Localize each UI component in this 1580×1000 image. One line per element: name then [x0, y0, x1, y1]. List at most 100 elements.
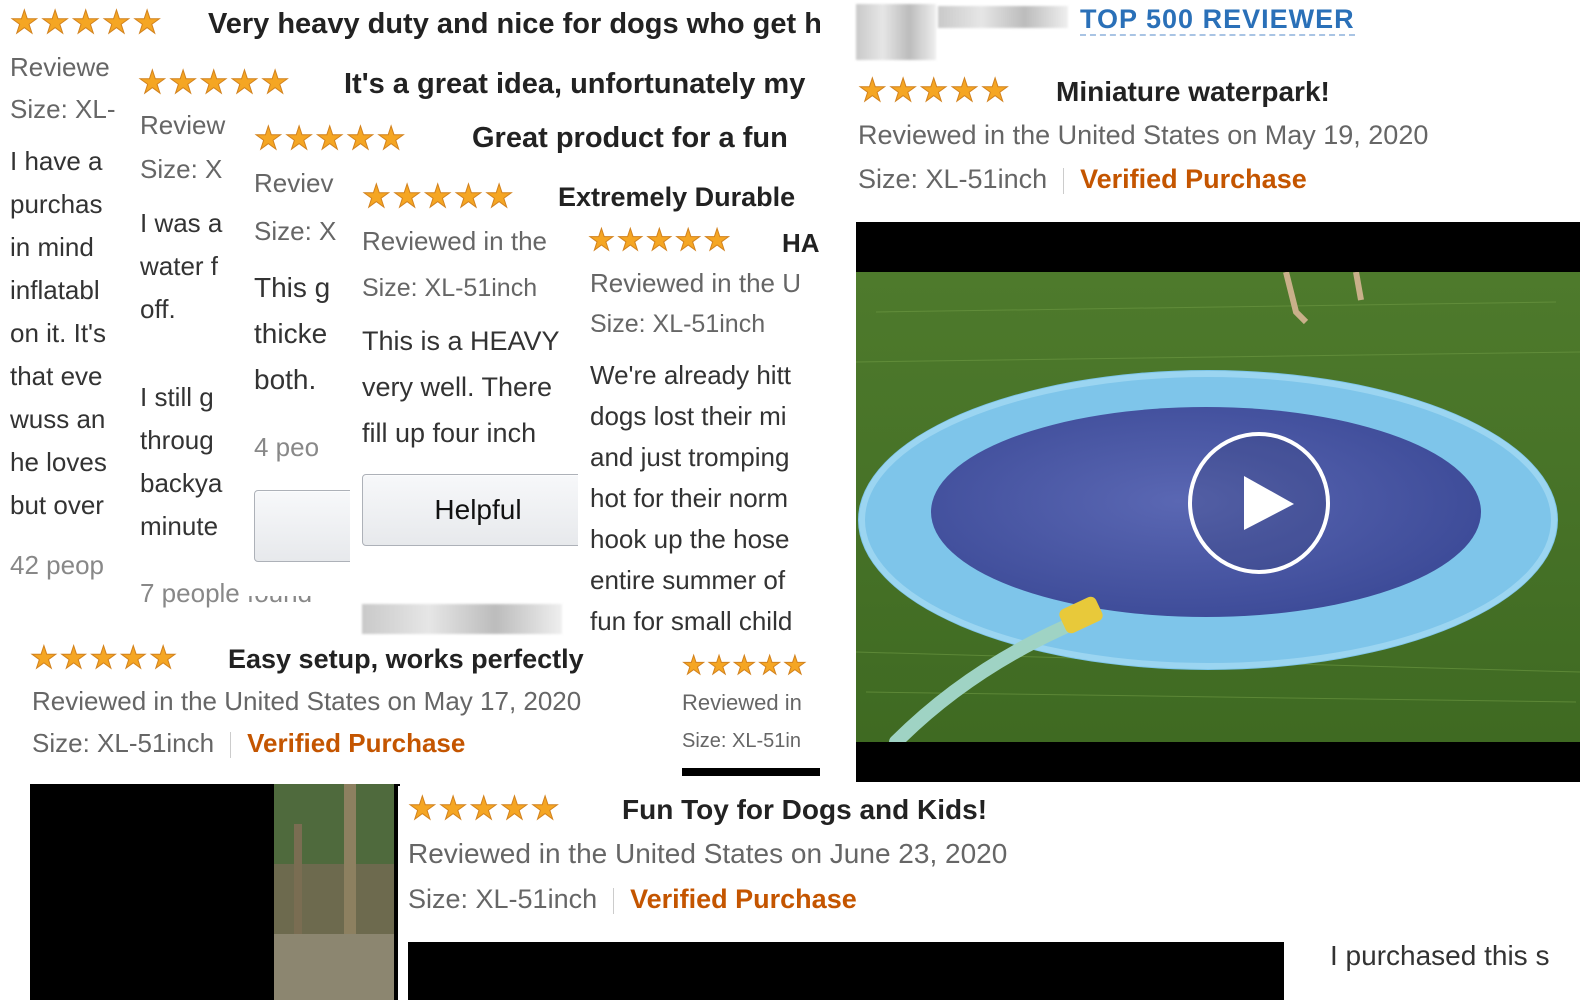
star-rating: ★ ★ ★ ★ ★	[858, 72, 1010, 108]
review-size: Size: XL-51inch	[362, 274, 538, 302]
star-icon: ★	[454, 178, 484, 214]
star-icon: ★	[500, 790, 530, 826]
review-size-row: Size: XL-51inch Verified Purchase	[408, 884, 857, 915]
review-body-line: entire summer of	[590, 565, 786, 595]
star-rating: ★ ★ ★ ★ ★	[681, 650, 807, 680]
star-icon: ★	[30, 640, 59, 675]
review-body-line: inflatabl	[10, 275, 100, 305]
review-meta: Review	[140, 110, 226, 140]
star-icon: ★	[149, 640, 178, 675]
star-icon: ★	[757, 650, 782, 680]
review-body-line: and just tromping	[590, 442, 790, 472]
star-icon: ★	[645, 224, 673, 257]
star-icon: ★	[707, 650, 731, 680]
review-size-row: Size: XL-51inch Verified Purchase	[32, 728, 465, 759]
divider	[682, 768, 820, 776]
star-icon: ★	[950, 72, 980, 108]
star-icon: ★	[132, 4, 162, 40]
star-icon: ★	[362, 178, 392, 214]
review-video-player[interactable]	[856, 222, 1580, 782]
review-title[interactable]: Fun Toy for Dogs and Kids!	[622, 794, 987, 826]
review-body-line: I have a	[10, 146, 103, 176]
review-card-9: ★ ★ ★ ★ ★ Fun Toy for Dogs and Kids! Reviewe…	[398, 786, 1580, 1000]
review-meta: Reviewed in the United States on May 19,…	[858, 120, 1429, 150]
top-reviewer-badge[interactable]: TOP 500 REVIEWER	[1080, 4, 1355, 36]
review-meta: Reviewed in the United States on June 23…	[408, 838, 1008, 869]
review-body-line: minute	[140, 511, 219, 541]
review-meta: Reviewed in the U	[590, 268, 801, 298]
review-body-line: but over	[10, 490, 104, 520]
star-icon: ★	[10, 4, 40, 40]
review-body-line: off.	[140, 294, 176, 324]
review-title[interactable]: Very heavy duty and nice for dogs who ge…	[208, 8, 820, 41]
helpful-button-label: Helpful	[434, 494, 522, 525]
review-body-line: dogs lost their mi	[590, 401, 787, 431]
review-card-7: ★ ★ ★ ★ ★ Easy setup, works perfectly Review…	[0, 636, 680, 776]
star-icon: ★	[530, 790, 560, 826]
review-body-line: that eve	[10, 361, 103, 391]
star-icon: ★	[59, 640, 88, 675]
review-meta: Reviewe	[10, 52, 110, 82]
review-card-6: TOP 500 REVIEWER ★ ★ ★ ★ ★ Miniature waterpa…	[852, 0, 1580, 790]
play-button[interactable]	[1188, 432, 1330, 574]
star-icon: ★	[71, 4, 101, 40]
review-body-line: thicke	[254, 318, 328, 349]
review-size: Size: XL-51inch	[408, 884, 598, 914]
star-icon: ★	[138, 64, 168, 100]
review-image-thumbnail[interactable]	[30, 784, 400, 1000]
review-size: Size: XL-51inch	[32, 728, 215, 758]
review-title[interactable]: Great product for a fun	[472, 122, 788, 155]
star-icon: ★	[484, 178, 514, 214]
star-icon: ★	[681, 650, 706, 680]
review-size-row: Size: XL-51inch Verified Purchase	[858, 164, 1307, 195]
star-icon: ★	[89, 640, 118, 675]
thumbnail-photo	[274, 784, 394, 1000]
review-size: Size: XL-51inch	[590, 310, 766, 338]
divider	[1063, 167, 1065, 194]
star-rating: ★ ★ ★ ★ ★	[362, 178, 514, 214]
star-icon: ★	[703, 224, 731, 257]
review-meta: Reviev	[254, 168, 334, 198]
helpful-button[interactable]: Helpful	[362, 474, 594, 546]
star-rating: ★ ★ ★ ★ ★	[30, 640, 178, 675]
review-body-line: very well. There	[362, 372, 553, 402]
review-card-5: ★ ★ ★ ★ ★ HA Reviewed in the U Size: XL-51in…	[578, 220, 820, 640]
review-title[interactable]: Extremely Durable	[558, 182, 795, 213]
play-icon	[1244, 476, 1294, 530]
star-icon: ★	[392, 178, 422, 214]
verified-purchase-badge: Verified Purchase	[1080, 164, 1307, 194]
star-rating: ★ ★ ★ ★ ★	[10, 4, 162, 40]
review-title[interactable]: It's a great idea, unfortunately my	[344, 68, 805, 101]
star-icon: ★	[732, 650, 756, 680]
verified-purchase-badge: Verified Purchase	[247, 728, 466, 758]
star-icon: ★	[254, 120, 284, 156]
divider	[230, 732, 232, 759]
star-icon: ★	[199, 64, 229, 100]
star-icon: ★	[783, 650, 807, 680]
star-icon: ★	[919, 72, 949, 108]
review-meta: Reviewed in the	[362, 226, 547, 256]
review-title[interactable]: Miniature waterpark!	[1056, 76, 1330, 108]
review-title[interactable]: Easy setup, works perfectly	[228, 644, 584, 675]
star-icon: ★	[102, 4, 132, 40]
star-icon: ★	[376, 120, 406, 156]
review-meta: Reviewed in	[682, 690, 802, 715]
review-body-line: I was a	[140, 208, 223, 238]
review-title[interactable]: HA	[782, 228, 820, 259]
star-icon: ★	[588, 224, 616, 257]
review-meta: Reviewed in the United States on May 17,…	[32, 686, 582, 716]
star-icon: ★	[230, 64, 260, 100]
star-icon: ★	[284, 120, 314, 156]
verified-purchase-badge: Verified Purchase	[630, 884, 857, 914]
review-body-line: on it. It's	[10, 318, 107, 348]
review-video-player[interactable]	[408, 942, 1284, 1000]
star-icon: ★	[858, 72, 888, 108]
reviewer-avatar-blurred	[856, 4, 936, 60]
reviewer-avatar-blurred	[362, 604, 562, 634]
divider	[613, 887, 615, 914]
review-body-line: in mind	[10, 232, 94, 262]
review-body-line: both.	[254, 364, 317, 395]
review-body-line: hook up the hose	[590, 524, 790, 554]
reviewer-name-blurred	[938, 6, 1068, 28]
review-body-line: throug	[140, 425, 214, 455]
